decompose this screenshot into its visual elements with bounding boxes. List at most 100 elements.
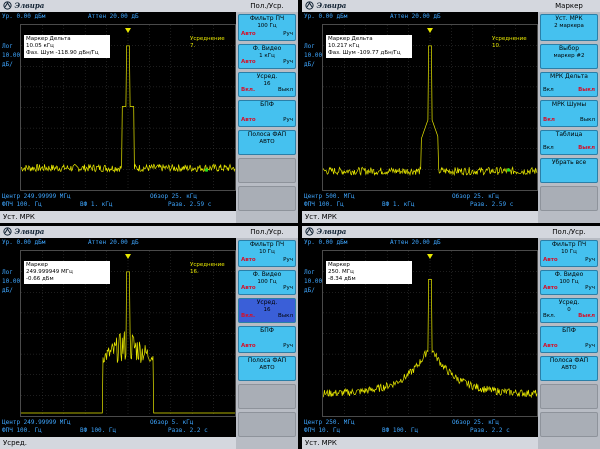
attenuation: Аттен 20.00 дБ	[88, 13, 139, 20]
softkey-2[interactable]: Выбор маркер #2	[540, 44, 598, 69]
softkey-3[interactable]: Усред. 16 Вкл. Выкл	[238, 72, 296, 97]
toggle-option-left: Авто	[241, 117, 256, 123]
softkey-toggle: Авто Руч	[241, 31, 293, 38]
softkey-label: МРК Шумы	[551, 101, 587, 108]
toggle-option-right: Руч	[283, 343, 293, 349]
softkey-6[interactable]	[540, 384, 598, 409]
softkey-label: Уст. МРК	[555, 15, 583, 22]
softkey-toggle: Авто Руч	[543, 285, 595, 292]
softkey-1[interactable]: Фильтр ПЧ 10 Гц Авто Руч	[540, 240, 598, 267]
softkey-value: 10 Гц	[561, 249, 577, 255]
softkey-label: МРК Дельта	[550, 73, 588, 80]
center-frequency: Центр 250. МГц	[304, 419, 355, 426]
softkey-toggle: Авто Руч	[543, 257, 595, 264]
sweep-info: Центр 250. МГц Обзор 25. кГц ФПЧ 10. Гц ВФ …	[302, 419, 538, 435]
marker-line: Маркер Дельта	[328, 36, 373, 42]
marker-line: 10.217 кГц	[328, 43, 360, 49]
marker-icon[interactable]	[427, 254, 433, 259]
vbw: ВФ 1. кГц	[80, 201, 113, 208]
delta-marker-icon[interactable]	[205, 168, 209, 172]
span: Обзор 25. кГц	[150, 193, 197, 200]
softkey-5[interactable]: Полоса ФАП АВТО	[238, 130, 296, 155]
softkey-1[interactable]: Фильтр ПЧ 10 Гц Авто Руч	[238, 240, 296, 267]
softkey-2[interactable]: Ф. Видео 1 кГц Авто Руч	[238, 44, 296, 69]
softkey-5[interactable]: Полоса ФАП АВТО	[540, 356, 598, 381]
spectrum-screen: Элвира Ур. 0.00 дБм Аттен 20.00 дБ Лог 10.00…	[0, 0, 236, 223]
softkey-toggle: Авто Руч	[241, 343, 293, 350]
menu-title[interactable]: Маркер	[538, 0, 600, 12]
rbw: ФПЧ 100. Гц	[2, 427, 42, 434]
softkey-5[interactable]: Таблица Вкл Выкл	[540, 130, 598, 155]
toggle-option-left: Авто	[241, 285, 256, 291]
attenuation: Аттен 20.00 дБ	[390, 239, 441, 246]
toggle-option-right: Выкл	[278, 313, 293, 319]
softkey-label: Фильтр ПЧ	[249, 241, 285, 248]
rbw: ФПЧ 100. Гц	[304, 201, 344, 208]
softkey-toggle: Вкл. Выкл	[241, 87, 293, 94]
toggle-option-right: Выкл	[578, 313, 595, 319]
softkey-1[interactable]: Уст. МРК 2 маркера	[540, 14, 598, 41]
softkey-2[interactable]: Ф. Видео 100 Гц Авто Руч	[238, 270, 296, 295]
softkey-7[interactable]	[238, 186, 296, 211]
softkey-3[interactable]: Усред. 16 Вкл. Выкл	[238, 298, 296, 323]
softkey-toggle: Вкл Выкл	[543, 145, 595, 152]
softkey-3[interactable]: Усред. 0 Вкл. Выкл	[540, 298, 598, 323]
softkey-7[interactable]	[238, 412, 296, 437]
softkey-value: маркер #2	[553, 53, 585, 59]
averaging-readout: Усреднение 7.	[190, 36, 225, 50]
status-text: Уст. МРК	[3, 213, 35, 221]
softkey-4[interactable]: БПФ Авто Руч	[238, 100, 296, 127]
sweep-time: Разв. 2.59 с	[168, 201, 212, 208]
marker-readout: Маркер Дельта 10.217 кГц Фаз. Шум -109.77 …	[326, 35, 412, 58]
toggle-option-left: Авто	[241, 343, 256, 349]
softkey-7[interactable]	[540, 186, 598, 211]
softkey-5[interactable]: Полоса ФАП АВТО	[238, 356, 296, 381]
softkey-toggle: Авто Руч	[241, 257, 293, 264]
menu-title[interactable]: Пол./Уср.	[538, 226, 600, 238]
softkey-7[interactable]	[540, 412, 598, 437]
averaging-readout: Усреднение 10.	[492, 36, 527, 50]
marker-icon[interactable]	[125, 28, 131, 33]
softkey-label: Полоса ФАП	[549, 357, 589, 364]
status-bar: Уст. МРК	[302, 437, 538, 449]
averaging-label: Усреднение	[492, 36, 527, 42]
marker-icon[interactable]	[125, 254, 131, 259]
softkey-6[interactable]: Убрать все	[540, 158, 598, 183]
softkey-4[interactable]: БПФ Авто Руч	[540, 326, 598, 353]
softkey-label: Ф. Видео	[252, 45, 282, 52]
averaging-label: Усреднение	[190, 262, 225, 268]
menu-title[interactable]: Пол./Уср.	[236, 0, 298, 12]
brand-logo: Элвира	[305, 1, 346, 11]
toggle-option-right: Выкл	[278, 87, 293, 93]
softkey-4[interactable]: МРК Шумы Вкл Выкл	[540, 100, 598, 127]
softkey-menu: Пол./Уср. Фильтр ПЧ 10 Гц Авто Руч Ф. Видео 10…	[538, 226, 600, 449]
softkey-2[interactable]: Ф. Видео 100 Гц Авто Руч	[540, 270, 598, 295]
softkey-4[interactable]: БПФ Авто Руч	[238, 326, 296, 353]
softkey-value: 10 Гц	[259, 249, 275, 255]
menu-title[interactable]: Пол./Уср.	[236, 226, 298, 238]
scale-info: Лог 10.00 дБ/	[2, 268, 20, 295]
title-bar: Элвира	[302, 0, 538, 12]
analyzer-panel-4: Элвира Ур. 0.00 дБм Аттен 20.00 дБ Лог 10.00…	[302, 226, 600, 449]
softkey-1[interactable]: Фильтр ПЧ 100 Гц Авто Руч	[238, 14, 296, 41]
brand-logo: Элвира	[3, 1, 44, 11]
logo-text: Элвира	[316, 1, 347, 10]
toggle-option-right: Руч	[585, 257, 595, 263]
delta-marker-icon[interactable]	[507, 168, 511, 172]
softkey-6[interactable]	[238, 384, 296, 409]
scale-info: Лог 10.00 дБ/	[2, 42, 20, 69]
softkey-toggle: Вкл. Выкл	[241, 313, 293, 320]
softkey-label: Выбор	[558, 45, 580, 52]
softkey-3[interactable]: МРК Дельта Вкл Выкл	[540, 72, 598, 97]
softkey-label: Ф. Видео	[252, 271, 282, 278]
softkey-6[interactable]	[238, 158, 296, 183]
toggle-option-right: Выкл	[580, 117, 595, 123]
scale-line: 10.00	[304, 278, 323, 285]
softkey-toggle: Вкл Выкл	[543, 87, 595, 94]
spectrum-screen: Элвира Ур. 0.00 дБм Аттен 20.00 дБ Лог 10.00…	[302, 0, 538, 223]
marker-icon[interactable]	[427, 28, 433, 33]
softkey-menu: Пол./Уср. Фильтр ПЧ 10 Гц Авто Руч Ф. Видео 10…	[236, 226, 298, 449]
level-info: Ур. 0.00 дБм Аттен 20.00 дБ	[302, 13, 538, 23]
toggle-option-right: Руч	[585, 343, 595, 349]
softkey-label: Убрать все	[551, 159, 587, 166]
